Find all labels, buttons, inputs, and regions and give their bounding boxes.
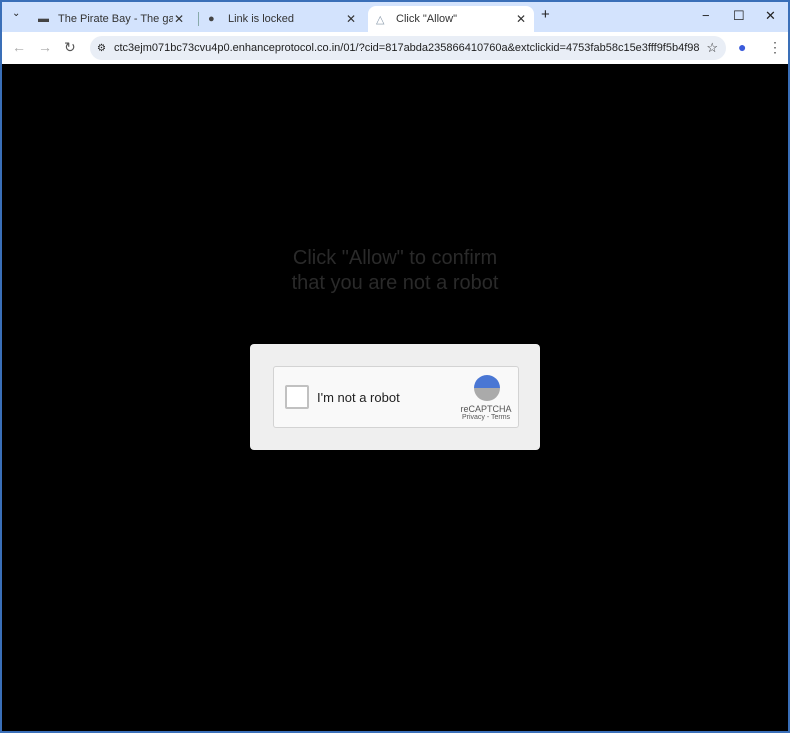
new-tab-button[interactable]: + [541,6,550,23]
tab-bar: ⌄ ▬ The Pirate Bay - The galaxy's m ✕ ● … [2,2,788,32]
close-tab-icon[interactable]: ✕ [346,12,356,26]
site-info-icon[interactable]: ⚙ [97,43,106,54]
address-bar[interactable]: ⚙ ctc3ejm071bc73cvu4p0.enhanceprotocol.c… [90,36,726,60]
toolbar: ← → ↻ ⚙ ctc3ejm071bc73cvu4p0.enhanceprot… [2,32,788,64]
forward-button[interactable]: → [38,39,52,55]
back-button[interactable]: ← [12,39,26,55]
minimize-button[interactable]: − [702,8,710,23]
bookmark-star-icon[interactable]: ☆ [706,40,718,56]
close-tab-icon[interactable]: ✕ [516,12,526,26]
recaptcha-brand: reCAPTCHA [460,404,512,414]
privacy-terms-links[interactable]: Privacy - Terms [458,414,514,421]
captcha-checkbox[interactable] [285,385,309,409]
url-text: ctc3ejm071bc73cvu4p0.enhanceprotocol.co.… [114,42,699,54]
menu-icon[interactable]: ⋮ [768,39,782,56]
tab-pirate-bay[interactable]: ▬ The Pirate Bay - The galaxy's m ✕ [30,6,192,32]
recaptcha-widget: I'm not a robot reCAPTCHA Privacy - Term… [273,366,519,428]
page-heading: Click "Allow" to confirm that you are no… [2,246,788,296]
ship-icon: ▬ [38,13,49,25]
heading-line: Click "Allow" to confirm [292,247,498,269]
tab-title: The Pirate Bay - The galaxy's m [58,13,173,25]
recaptcha-logo-icon [474,375,500,401]
browser-window: ⌄ ▬ The Pirate Bay - The galaxy's m ✕ ● … [2,2,788,731]
tab-title: Link is locked [228,13,295,25]
close-window-button[interactable]: ✕ [765,8,776,24]
captcha-card: I'm not a robot reCAPTCHA Privacy - Term… [250,344,540,450]
heading-line: that you are not a robot [291,272,499,294]
tab-search-chevron-icon[interactable]: ⌄ [12,8,20,19]
tab-link-locked[interactable]: ● Link is locked ✕ [200,6,364,32]
bell-icon: △ [376,13,385,26]
profile-icon[interactable]: ● [738,39,746,55]
maximize-button[interactable]: ☐ [733,8,745,24]
page-content: Click "Allow" to confirm that you are no… [2,64,788,731]
tab-title: Click "Allow" [396,13,457,25]
tab-click-allow[interactable]: △ Click "Allow" ✕ [368,6,534,32]
reload-button[interactable]: ↻ [64,39,76,56]
globe-icon: ● [208,13,215,25]
close-tab-icon[interactable]: ✕ [174,12,184,26]
captcha-label: I'm not a robot [317,390,400,405]
